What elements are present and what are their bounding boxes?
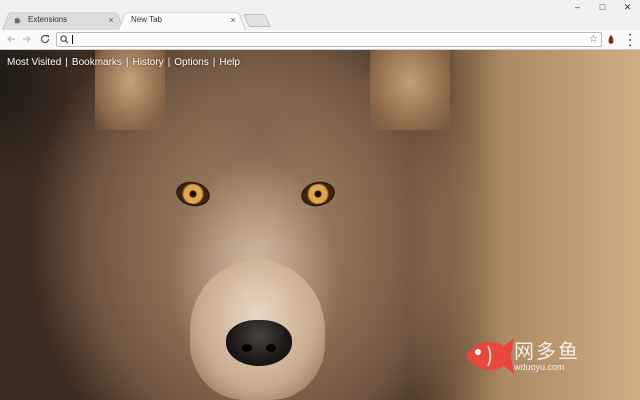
extension-icon[interactable]	[606, 34, 616, 45]
close-window-button[interactable]: ✕	[615, 0, 640, 14]
link-history[interactable]: History	[133, 57, 164, 68]
omnibox[interactable]: ☆	[56, 32, 602, 47]
link-bookmarks[interactable]: Bookmarks	[72, 57, 122, 68]
window-controls: – □ ✕	[565, 0, 640, 14]
minimize-button[interactable]: –	[565, 0, 590, 14]
tab-strip: Extensions × New Tab × – □ ✕	[0, 0, 640, 30]
link-options[interactable]: Options	[174, 57, 208, 68]
back-button[interactable]	[4, 32, 18, 46]
toolbar: ☆	[0, 30, 640, 50]
link-help[interactable]: Help	[219, 57, 240, 68]
watermark-text: 网多鱼 wduoyu.com	[514, 340, 580, 373]
forward-button[interactable]	[20, 32, 34, 46]
tab-title: New Tab	[131, 15, 162, 24]
watermark-name: 网多鱼	[514, 338, 580, 363]
link-most-visited[interactable]: Most Visited	[7, 57, 61, 68]
watermark-url: wduoyu.com	[514, 361, 565, 372]
tab-title: Extensions	[28, 15, 68, 24]
link-separator: |	[125, 57, 129, 68]
top-links: Most Visited | Bookmarks | History | Opt…	[7, 57, 240, 68]
wolf-ear	[370, 50, 450, 130]
wallpaper-background: Most Visited | Bookmarks | History | Opt…	[0, 50, 640, 400]
link-separator: |	[212, 57, 216, 68]
tab-extensions[interactable]: Extensions ×	[2, 9, 124, 30]
fish-logo-icon	[466, 338, 514, 374]
reload-icon	[40, 34, 50, 44]
link-separator: |	[65, 57, 68, 68]
tab-content: Extensions ×	[2, 15, 124, 25]
wolf-nose	[226, 320, 292, 366]
star-icon[interactable]: ☆	[589, 33, 598, 46]
omnibox-input[interactable]	[71, 33, 581, 46]
reload-button[interactable]	[38, 32, 52, 46]
tab-new-tab[interactable]: New Tab ×	[118, 9, 246, 30]
forward-icon	[23, 35, 31, 43]
close-tab-icon[interactable]: ×	[106, 15, 116, 25]
search-icon	[60, 35, 69, 44]
tab-content: New Tab ×	[118, 15, 246, 25]
link-separator: |	[167, 57, 171, 68]
menu-icon[interactable]	[627, 34, 633, 46]
text-caret	[72, 35, 73, 44]
new-tab-button[interactable]	[242, 14, 272, 27]
back-icon	[7, 35, 15, 43]
maximize-button[interactable]: □	[590, 0, 615, 14]
close-tab-icon[interactable]: ×	[228, 15, 238, 25]
puzzle-icon	[14, 17, 21, 23]
watermark: 网多鱼 wduoyu.com	[462, 332, 580, 380]
